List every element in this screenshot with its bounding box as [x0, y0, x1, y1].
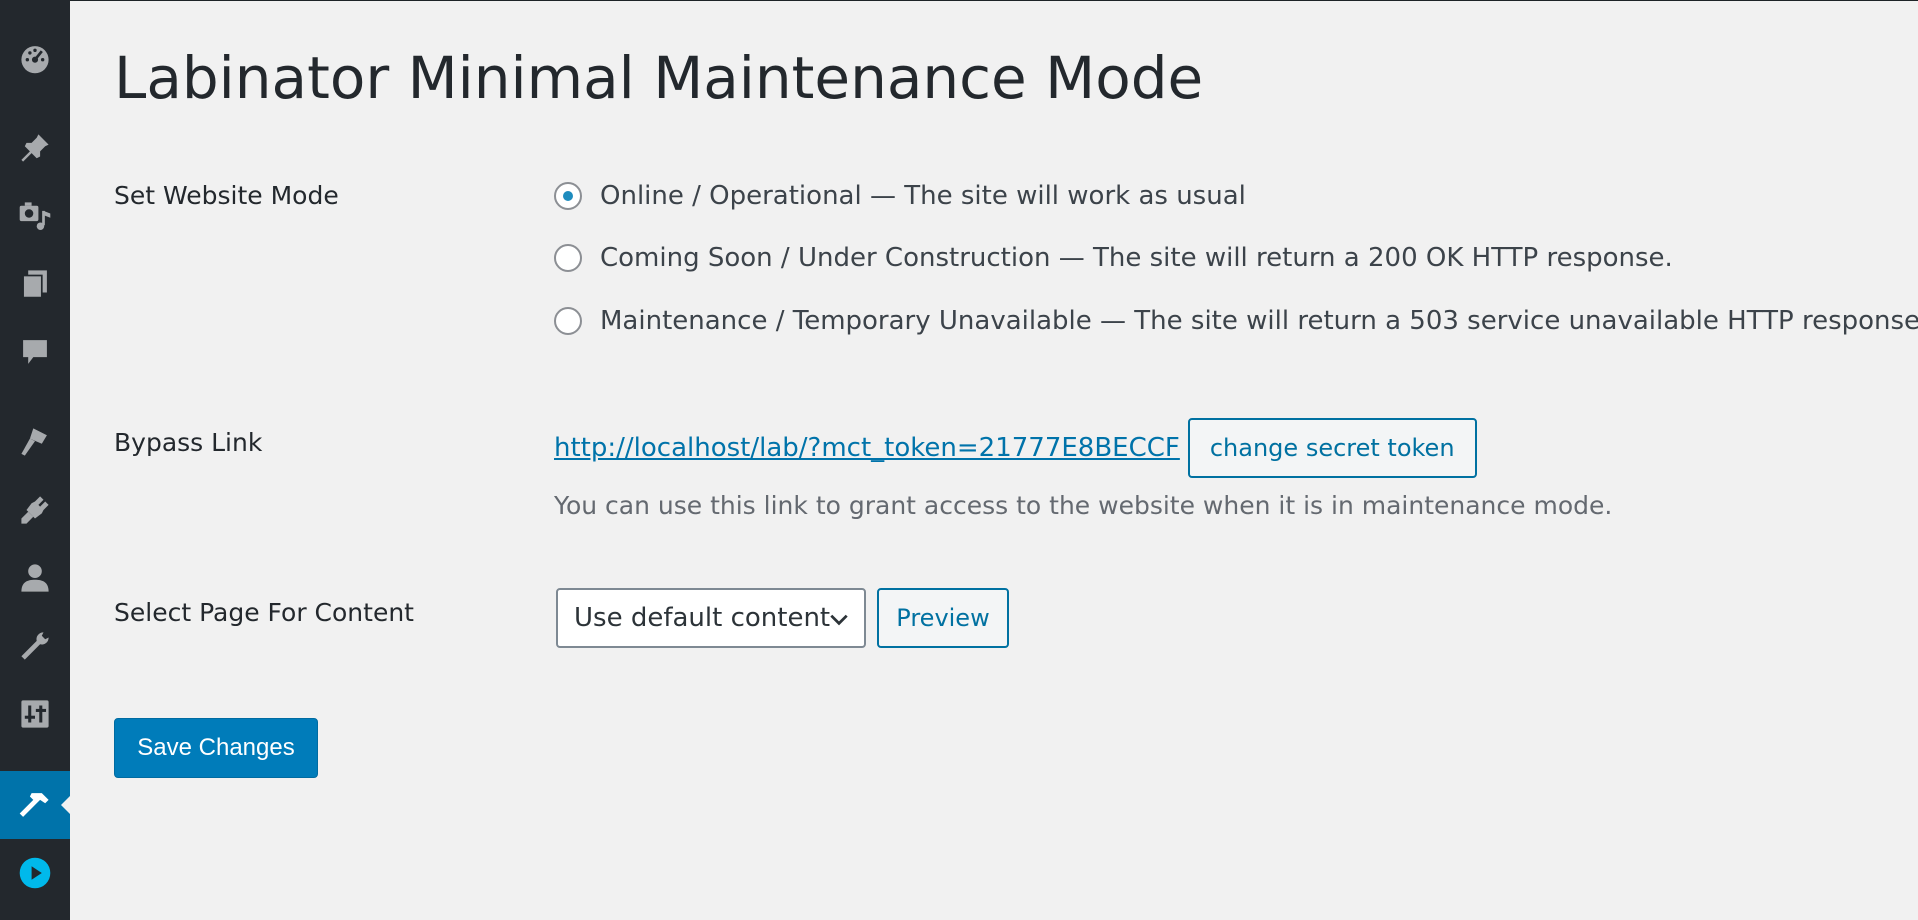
bypass-link-label: Bypass Link: [114, 428, 263, 457]
dashboard-icon: [21, 46, 49, 74]
change-secret-token-button[interactable]: change secret token: [1187, 418, 1477, 478]
mode-option-maintenance[interactable]: Maintenance / Temporary Unavailable — Th…: [554, 306, 1918, 336]
sidebar-item-media[interactable]: [0, 182, 70, 250]
hammer-icon: [19, 793, 49, 817]
comments-icon: [23, 340, 47, 364]
pages-icon: [22, 270, 47, 299]
mode-option-coming-soon-label: Coming Soon / Under Construction — The s…: [600, 243, 1673, 273]
mode-option-online[interactable]: Online / Operational — The site will wor…: [554, 181, 1246, 211]
sidebar-item-maintenance[interactable]: [0, 771, 70, 839]
website-mode-label: Set Website Mode: [114, 181, 339, 210]
mode-option-coming-soon[interactable]: Coming Soon / Under Construction — The s…: [554, 243, 1673, 273]
sidebar-item-appearance[interactable]: [0, 408, 70, 476]
sidebar-item-dashboard[interactable]: [0, 24, 70, 92]
bypass-description: You can use this link to grant access to…: [554, 491, 1613, 520]
radio-online[interactable]: [554, 182, 582, 210]
chevron-down-icon: [830, 614, 848, 626]
mode-option-maintenance-label: Maintenance / Temporary Unavailable — Th…: [600, 306, 1918, 336]
preview-button[interactable]: Preview: [877, 588, 1009, 648]
sidebar-item-tools[interactable]: [0, 612, 70, 680]
save-changes-button[interactable]: Save Changes: [114, 718, 318, 778]
bypass-url-link[interactable]: http://localhost/lab/?mct_token=21777E8B…: [554, 433, 1180, 463]
content-page-selected: Use default content: [574, 603, 831, 633]
mode-option-online-label: Online / Operational — The site will wor…: [600, 181, 1246, 211]
page-title: Labinator Minimal Maintenance Mode: [114, 44, 1204, 112]
sidebar-item-comments[interactable]: [0, 318, 70, 386]
pin-icon: [21, 134, 49, 162]
tools-icon: [21, 632, 49, 660]
content-page-label: Select Page For Content: [114, 598, 414, 627]
sidebar-item-posts[interactable]: [0, 114, 70, 182]
radio-coming-soon[interactable]: [554, 244, 582, 272]
content-page-select[interactable]: Use default content: [556, 588, 866, 648]
sidebar-item-pages[interactable]: [0, 250, 70, 318]
sidebar-item-plugins[interactable]: [0, 476, 70, 544]
radio-maintenance[interactable]: [554, 307, 582, 335]
sidebar-item-play[interactable]: [0, 839, 70, 907]
play-icon: [19, 857, 51, 889]
appearance-icon: [21, 428, 47, 456]
sidebar-item-users[interactable]: [0, 544, 70, 612]
admin-sidebar: [0, 0, 70, 920]
bypass-link-row: http://localhost/lab/?mct_token=21777E8B…: [554, 418, 1477, 478]
plugins-icon: [21, 496, 49, 524]
media-icon: [19, 202, 51, 230]
sidebar-item-settings[interactable]: [0, 680, 70, 748]
top-border: [0, 0, 1918, 1]
users-icon: [21, 564, 49, 592]
settings-icon: [21, 700, 49, 728]
